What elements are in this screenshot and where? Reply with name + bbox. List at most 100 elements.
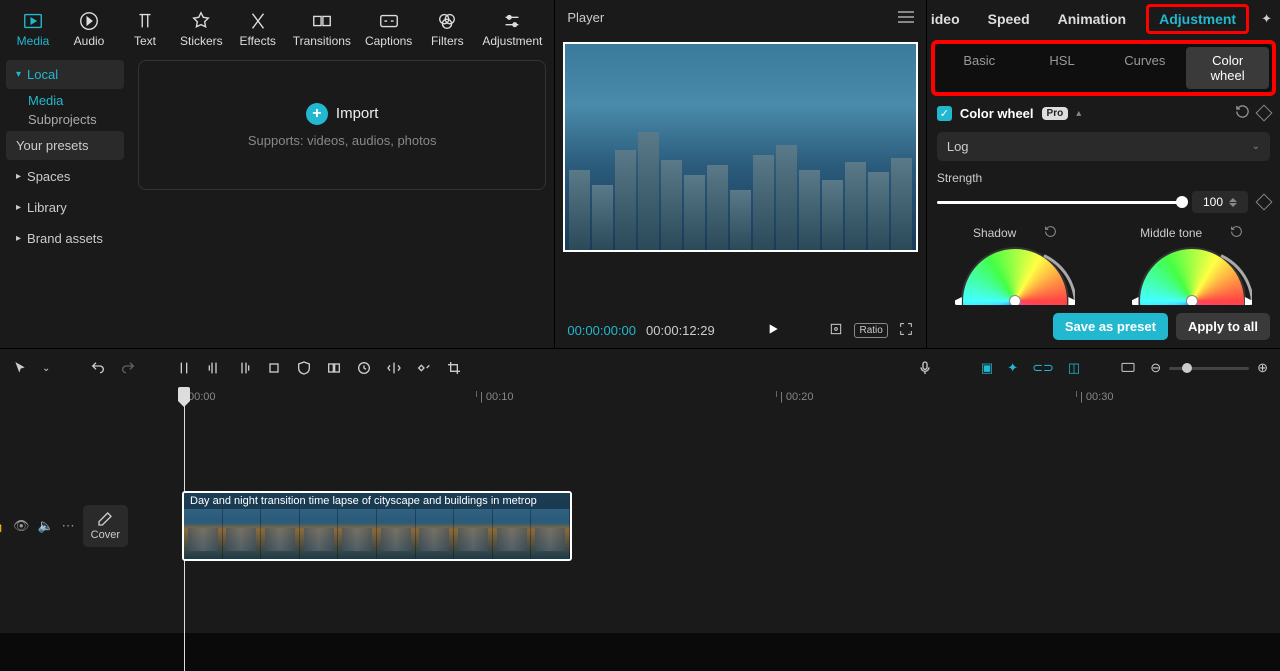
tick-3: | 00:30: [1080, 391, 1113, 403]
tab-transitions-label: Transitions: [293, 34, 351, 48]
sidebar-item-media[interactable]: Media: [6, 93, 124, 108]
pencil-icon: [97, 511, 113, 527]
tick-2: | 00:20: [780, 391, 813, 403]
import-title: Import: [336, 105, 379, 122]
zoom-out-button[interactable]: ⊖: [1150, 360, 1161, 376]
mic-icon[interactable]: [917, 360, 933, 376]
redo-button[interactable]: [120, 360, 136, 376]
ratio-button[interactable]: Ratio: [854, 323, 887, 338]
track-mute-icon[interactable]: 🔈: [37, 518, 53, 534]
snap-tool[interactable]: ✦: [1007, 360, 1018, 376]
save-preset-button[interactable]: Save as preset: [1053, 313, 1168, 340]
transitions-icon: [311, 10, 333, 32]
sidebar-library-label: Library: [27, 200, 67, 215]
align-tool[interactable]: ◫: [1068, 360, 1080, 376]
track-lock-icon[interactable]: 🔒: [0, 518, 5, 534]
trim-left-tool[interactable]: [206, 360, 222, 376]
speed-tool[interactable]: [356, 360, 372, 376]
tab-audio-label: Audio: [74, 34, 105, 48]
sidebar-item-local[interactable]: ▾Local: [6, 60, 124, 89]
frames-tool[interactable]: [326, 360, 342, 376]
split-tool[interactable]: [176, 360, 192, 376]
import-subtitle: Supports: videos, audios, photos: [248, 133, 437, 148]
tab-filters[interactable]: Filters: [420, 6, 474, 52]
tab-transitions[interactable]: Transitions: [287, 6, 357, 52]
video-preview[interactable]: [563, 42, 918, 252]
tab-adjustment[interactable]: Adjustment: [476, 6, 548, 52]
mode-select[interactable]: Log ⌄: [937, 132, 1270, 161]
undo-button[interactable]: [90, 360, 106, 376]
trim-right-tool[interactable]: [236, 360, 252, 376]
cover-label: Cover: [91, 529, 120, 541]
sidebar-item-subprojects[interactable]: Subprojects: [6, 112, 124, 127]
subtab-colorwheel[interactable]: Color wheel: [1186, 47, 1269, 89]
tab-captions[interactable]: Captions: [359, 6, 418, 52]
preview-tool[interactable]: [1120, 360, 1136, 376]
sidebar-item-brand[interactable]: ▸Brand assets: [6, 224, 124, 253]
timecode-current: 00:00:00:00: [567, 323, 636, 338]
sidebar-item-spaces[interactable]: ▸Spaces: [6, 162, 124, 191]
shadow-color-wheel[interactable]: ◀ ▶: [955, 247, 1075, 305]
media-panel: Media Audio Text Stickers Effects: [0, 0, 554, 348]
keyframe-strength-icon[interactable]: [1256, 194, 1273, 211]
crop2-tool[interactable]: [446, 360, 462, 376]
player-menu-icon[interactable]: [898, 11, 914, 23]
player-controls: 00:00:00:00 00:00:12:29 Ratio: [555, 313, 926, 348]
timeline-ruler[interactable]: 00:00 | 00:10 | 00:20 | 00:30: [0, 387, 1280, 411]
tab-media[interactable]: Media: [6, 6, 60, 52]
tab-adjustment-right[interactable]: Adjustment: [1155, 9, 1240, 29]
crop-icon[interactable]: [828, 321, 844, 340]
sidebar-spaces-label: Spaces: [27, 169, 70, 184]
video-clip[interactable]: Day and night transition time lapse of c…: [182, 491, 572, 561]
subtab-basic[interactable]: Basic: [938, 47, 1021, 89]
sidebar-item-library[interactable]: ▸Library: [6, 193, 124, 222]
cover-button[interactable]: Cover: [83, 505, 128, 547]
magic-icon[interactable]: ✦: [1261, 11, 1272, 27]
zoom-slider[interactable]: [1169, 367, 1249, 370]
subtab-curves[interactable]: Curves: [1103, 47, 1186, 89]
track-more-icon[interactable]: ⋯: [62, 518, 75, 534]
properties-panel: ideo Speed Animation Adjustment ✦ Basic …: [927, 0, 1280, 348]
mirror-tool[interactable]: [386, 360, 402, 376]
chevron-up-icon[interactable]: ▴: [1076, 108, 1081, 119]
top-tabs: Media Audio Text Stickers Effects: [0, 0, 554, 52]
timeline-tracks[interactable]: Day and night transition time lapse of c…: [140, 411, 1280, 633]
tab-speed[interactable]: Speed: [980, 5, 1038, 33]
tab-text[interactable]: Text: [118, 6, 172, 52]
crop-tool[interactable]: [266, 360, 282, 376]
captions-icon: [378, 10, 400, 32]
tab-adjustment-label: Adjustment: [482, 34, 542, 48]
link-tool[interactable]: ⊂⊃: [1032, 360, 1054, 376]
import-dropzone[interactable]: + Import Supports: videos, audios, photo…: [138, 60, 546, 190]
tab-stickers[interactable]: Stickers: [174, 6, 229, 52]
tab-animation[interactable]: Animation: [1050, 5, 1134, 33]
midtone-color-wheel[interactable]: ◀ ▶: [1132, 247, 1252, 305]
sidebar-item-presets[interactable]: Your presets: [6, 131, 124, 160]
shadow-label: Shadow: [973, 226, 1016, 240]
highlight-box: Adjustment: [1146, 4, 1249, 34]
track-eye-icon[interactable]: 👁: [13, 518, 30, 534]
play-button[interactable]: [765, 321, 781, 340]
magnet-tool[interactable]: ▣: [981, 360, 993, 376]
rotate-tool[interactable]: [416, 360, 432, 376]
text-icon: [134, 10, 156, 32]
strength-slider[interactable]: [937, 201, 1182, 204]
shadow-reset-icon[interactable]: [1044, 225, 1057, 241]
tab-audio[interactable]: Audio: [62, 6, 116, 52]
apply-all-button[interactable]: Apply to all: [1176, 313, 1270, 340]
media-sidebar: ▾Local Media Subprojects Your presets ▸S…: [0, 52, 130, 348]
fullscreen-icon[interactable]: [898, 321, 914, 340]
midtone-reset-icon[interactable]: [1230, 225, 1243, 241]
shield-tool[interactable]: [296, 360, 312, 376]
tab-effects[interactable]: Effects: [231, 6, 285, 52]
strength-input[interactable]: 100: [1192, 191, 1248, 213]
reset-icon[interactable]: [1235, 104, 1250, 122]
pointer-tool[interactable]: [12, 360, 28, 376]
checkbox-colorwheel[interactable]: ✓: [937, 106, 952, 121]
tab-video[interactable]: ideo: [923, 5, 968, 33]
subtab-hsl[interactable]: HSL: [1021, 47, 1104, 89]
zoom-in-button[interactable]: ⊕: [1257, 360, 1268, 376]
plus-icon: +: [306, 103, 328, 125]
pointer-dropdown[interactable]: ⌄: [42, 363, 50, 374]
keyframe-icon[interactable]: [1256, 105, 1273, 122]
